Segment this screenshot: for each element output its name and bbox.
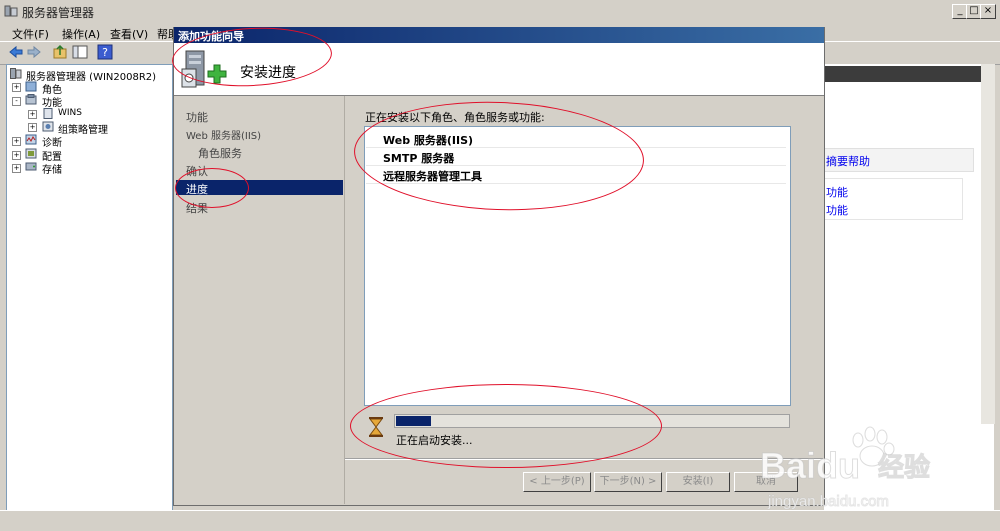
annotation-ellipse-progress-step: [175, 168, 249, 208]
details-scrollbar[interactable]: [981, 64, 995, 424]
diagnostics-icon: [25, 134, 37, 145]
features-icon: [25, 94, 37, 105]
annotation-ellipse-progress: [350, 384, 662, 468]
features-link-1[interactable]: 功能: [826, 184, 848, 200]
wins-icon: [43, 108, 53, 119]
tree-expander-storage[interactable]: +: [12, 164, 21, 173]
configuration-icon: [25, 148, 37, 159]
main-titlebar[interactable]: [0, 0, 1000, 23]
server-manager-node-icon: [10, 68, 22, 79]
show-hide-tree-icon[interactable]: [72, 44, 88, 60]
svg-text:?: ?: [102, 46, 108, 59]
tree-expander-group-policy[interactable]: +: [28, 123, 37, 132]
tree-item-features[interactable]: 功能: [42, 94, 62, 109]
menu-file[interactable]: 文件(F): [12, 26, 49, 42]
tree-expander-diagnostics[interactable]: +: [12, 137, 21, 146]
up-folder-icon[interactable]: [52, 44, 68, 60]
tree-item-group-policy[interactable]: 组策略管理: [58, 121, 108, 136]
install-button[interactable]: 安装(I): [666, 472, 730, 492]
tree-item-wins[interactable]: WINS: [58, 108, 82, 118]
nav-features[interactable]: 功能: [186, 109, 208, 125]
menu-view[interactable]: 查看(V): [110, 26, 148, 42]
roles-icon: [25, 81, 37, 92]
baidu-jingyan-watermark: Baidu 经验 jingyan.baidu.com: [760, 426, 931, 511]
tree-expander-wins[interactable]: +: [28, 110, 37, 119]
menu-action[interactable]: 操作(A): [62, 26, 100, 42]
next-button[interactable]: 下一步(N) >: [594, 472, 662, 492]
main-window-title: 服务器管理器: [22, 6, 95, 20]
previous-button[interactable]: < 上一步(P): [523, 472, 591, 492]
server-manager-icon: [4, 5, 18, 17]
features-link-2[interactable]: 功能: [826, 202, 848, 218]
nav-role-services[interactable]: 角色服务: [198, 145, 242, 161]
details-header-bar: [824, 66, 994, 82]
tree-item-diagnostics[interactable]: 诊断: [42, 134, 62, 149]
storage-icon: [25, 162, 37, 171]
back-arrow-icon[interactable]: [8, 44, 24, 60]
watermark-brand: Baidu: [760, 445, 860, 486]
tree-expander-features[interactable]: -: [12, 97, 21, 106]
tree-item-storage[interactable]: 存储: [42, 161, 62, 176]
tree-expander-roles[interactable]: +: [12, 83, 21, 92]
group-policy-icon: [42, 121, 54, 132]
close-button[interactable]: ×: [980, 4, 996, 19]
tree-expander-configuration[interactable]: +: [12, 151, 21, 160]
watermark-subtitle: 经验: [878, 452, 930, 483]
summary-help-link[interactable]: 摘要帮助: [826, 153, 870, 169]
forward-arrow-icon[interactable]: [26, 44, 42, 60]
help-icon[interactable]: ?: [97, 44, 113, 60]
watermark-url: jingyan.baidu.com: [767, 493, 889, 510]
nav-web-server[interactable]: Web 服务器(IIS): [186, 127, 261, 142]
